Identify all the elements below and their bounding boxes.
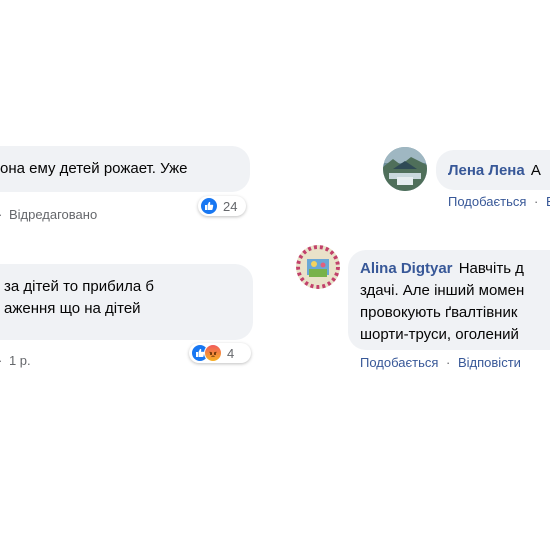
comment-text-line: провокують ґвалтівник — [360, 304, 518, 321]
timestamp[interactable]: 1 р. — [6, 353, 31, 368]
like-icon — [200, 197, 218, 215]
like-button[interactable]: Подобається — [360, 355, 438, 370]
comment-actions-right-2: Подобається · Відповісти — [360, 355, 521, 370]
comment-actions-right-1: Подобається · Ві — [448, 194, 550, 209]
comment-bubble-left-1: она ему детей рожает. Уже — [0, 146, 250, 192]
comment-text: она ему детей рожает. Уже — [0, 160, 188, 177]
comment-text-line: здачі. Але інший момен — [360, 282, 525, 299]
reply-button[interactable]: Ві — [546, 194, 550, 209]
avatar-floral[interactable] — [296, 245, 340, 289]
meta-separator: · — [0, 207, 2, 222]
comment-bubble-right-1: Лена Лена А — [436, 150, 550, 190]
avatar-landscape[interactable] — [383, 147, 427, 191]
comment-text: А — [530, 162, 541, 179]
reaction-summary[interactable]: 24 — [198, 196, 246, 216]
comment-text-line: за дітей то прибила б — [4, 278, 154, 295]
like-button[interactable]: Подобається — [448, 194, 526, 209]
comment-bubble-left-2: за дітей то прибила б аження що на дітей — [0, 264, 253, 340]
reaction-summary[interactable]: 4 — [189, 343, 251, 363]
meta-separator: · — [534, 194, 539, 209]
comment-text-line: Навчіть д — [458, 260, 524, 277]
meta-separator: · — [0, 353, 2, 368]
comment-meta-left-1: · Відредаговано — [0, 207, 97, 222]
comment-bubble-right-2: Alina Digtyar Навчіть д здачі. Але інший… — [348, 250, 550, 350]
author-name[interactable]: Лена Лена — [448, 162, 525, 179]
comments-screenshot: она ему детей рожает. Уже 24 · Відредаго… — [0, 0, 550, 550]
reply-button[interactable]: Відповісти — [458, 355, 521, 370]
reaction-count: 4 — [227, 345, 235, 361]
comment-text-line: шорти-труси, оголений — [360, 326, 519, 343]
edited-label[interactable]: Відредаговано — [6, 207, 97, 222]
comment-text-line: аження що на дітей — [4, 300, 141, 317]
comment-meta-left-2: · 1 р. — [0, 353, 31, 368]
reaction-count: 24 — [223, 198, 238, 214]
author-name[interactable]: Alina Digtyar — [360, 260, 453, 277]
meta-separator: · — [446, 355, 451, 370]
angry-icon — [204, 344, 222, 362]
